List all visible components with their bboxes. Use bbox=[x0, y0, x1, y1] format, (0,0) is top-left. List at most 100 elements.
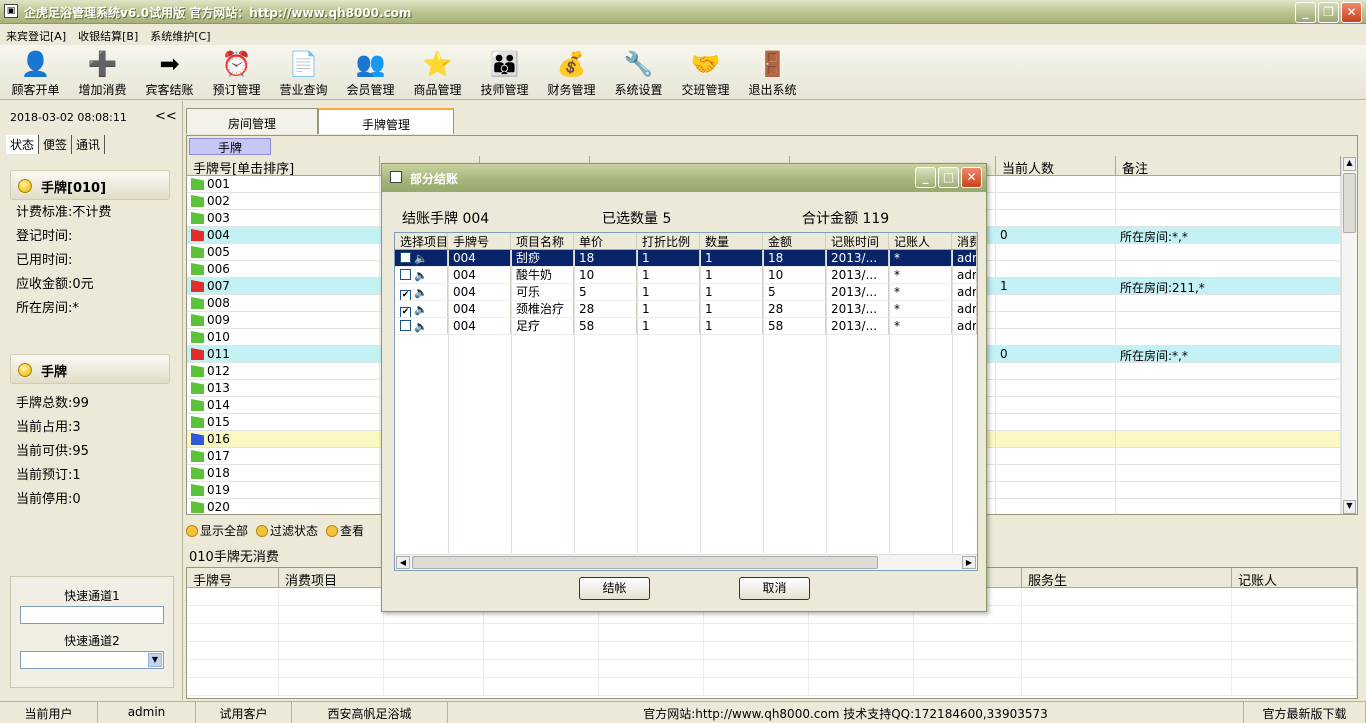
select-checkbox[interactable] bbox=[400, 252, 411, 263]
bcol-card-no[interactable]: 手牌号 bbox=[187, 568, 279, 589]
select-checkbox[interactable]: ✔ bbox=[400, 290, 411, 300]
toolbar-button[interactable]: ➡ 宾客结账 bbox=[136, 45, 203, 100]
menu-system[interactable]: 系统维护[C] bbox=[144, 25, 216, 45]
card-info-line: 所在房间:* bbox=[16, 301, 79, 316]
dialog-icon bbox=[390, 171, 402, 183]
summary-section-header: 手牌 bbox=[10, 354, 170, 384]
card-no: 002 bbox=[207, 194, 230, 208]
card-flag-icon bbox=[191, 263, 204, 275]
view-button[interactable]: 查看 bbox=[326, 520, 364, 542]
cell-no: 004 bbox=[448, 250, 511, 266]
cell-amount: 58 bbox=[763, 318, 826, 334]
toolbar-button[interactable]: 👪 技师管理 bbox=[471, 45, 538, 100]
toolbar-button[interactable]: ➕ 增加消费 bbox=[69, 45, 136, 100]
chevron-down-icon[interactable]: ▼ bbox=[148, 653, 162, 667]
card-note: 所在房间:*,* bbox=[1116, 346, 1341, 362]
hscroll-thumb[interactable] bbox=[412, 556, 878, 569]
column-divider bbox=[574, 250, 575, 553]
star-icon: ⭐ bbox=[422, 50, 453, 78]
show-all-button[interactable]: 显示全部 bbox=[186, 520, 248, 542]
tab-room-management[interactable]: 房间管理 bbox=[186, 108, 318, 134]
dialog-col-header[interactable]: 手牌号 bbox=[448, 233, 511, 249]
checkout-ok-button[interactable]: 结帐 bbox=[579, 577, 650, 600]
cell-item: 可乐 bbox=[511, 284, 574, 300]
toolbar-button[interactable]: 👥 会员管理 bbox=[337, 45, 404, 100]
card-note bbox=[1116, 482, 1341, 498]
horizontal-scrollbar[interactable]: ◀ ▶ bbox=[395, 554, 977, 570]
select-checkbox[interactable] bbox=[400, 320, 411, 331]
checkout-cancel-button[interactable]: 取消 bbox=[739, 577, 810, 600]
bcol-recorder[interactable]: 记账人 bbox=[1232, 568, 1357, 589]
toolbar-button[interactable]: 🤝 交班管理 bbox=[672, 45, 739, 100]
bcol-waiter[interactable]: 服务生 bbox=[1022, 568, 1232, 589]
card-tag[interactable]: 手牌 bbox=[189, 138, 271, 155]
view-label: 查看 bbox=[340, 524, 365, 538]
scroll-down-icon[interactable]: ▼ bbox=[1343, 500, 1356, 514]
filter-status-button[interactable]: 过滤状态 bbox=[256, 520, 318, 542]
scroll-up-icon[interactable]: ▲ bbox=[1343, 157, 1356, 171]
toolbar-button[interactable]: 👤 顾客开单 bbox=[2, 45, 69, 100]
select-checkbox[interactable] bbox=[400, 269, 411, 280]
dialog-col-header[interactable]: 数量 bbox=[700, 233, 763, 249]
toolbar-button[interactable]: ⏰ 预订管理 bbox=[203, 45, 270, 100]
card-note bbox=[1116, 210, 1341, 226]
dialog-col-header[interactable]: 金额 bbox=[763, 233, 826, 249]
cell-no: 004 bbox=[448, 318, 511, 334]
col-card-no[interactable]: 手牌号[单击排序] bbox=[187, 156, 380, 175]
card-note: 所在房间:*,* bbox=[1116, 227, 1341, 243]
download-link[interactable]: 官方最新版下载 bbox=[1244, 702, 1366, 723]
tab-notes[interactable]: 便签 bbox=[39, 135, 73, 154]
bcol-item[interactable]: 消费项目 bbox=[279, 568, 384, 589]
query-icon: 📄 bbox=[288, 50, 319, 78]
dialog-col-header[interactable]: 单价 bbox=[574, 233, 637, 249]
col-note[interactable]: 备注 bbox=[1116, 156, 1341, 175]
scroll-thumb[interactable] bbox=[1343, 173, 1356, 233]
select-checkbox[interactable]: ✔ bbox=[400, 307, 411, 317]
quick1-input[interactable] bbox=[20, 606, 164, 624]
card-no: 013 bbox=[207, 381, 230, 395]
card-count bbox=[996, 380, 1116, 396]
col-count[interactable]: 当前人数 bbox=[996, 156, 1116, 175]
exit-icon: 🚪 bbox=[757, 50, 788, 78]
toolbar-button[interactable]: 📄 营业查询 bbox=[270, 45, 337, 100]
dialog-minimize-button[interactable]: _ bbox=[915, 167, 936, 188]
menu-guest-register[interactable]: 来宾登记[A] bbox=[0, 25, 72, 45]
close-button[interactable]: ✕ bbox=[1341, 2, 1362, 23]
toolbar-label: 增加消费 bbox=[78, 83, 127, 97]
cell-disc: 1 bbox=[637, 318, 700, 334]
menu-cashier[interactable]: 收银结算[B] bbox=[72, 25, 144, 45]
summary-line: 手牌总数:99 bbox=[16, 396, 89, 411]
toolbar-button[interactable]: ⭐ 商品管理 bbox=[404, 45, 471, 100]
dialog-col-header[interactable]: 记账人 bbox=[889, 233, 952, 249]
dialog-col-header[interactable]: 打折比例 bbox=[637, 233, 700, 249]
scroll-right-icon[interactable]: ▶ bbox=[962, 556, 976, 569]
dialog-col-header[interactable]: 记账时间 bbox=[826, 233, 889, 249]
restore-button[interactable]: ❐ bbox=[1318, 2, 1339, 23]
card-note bbox=[1116, 431, 1341, 447]
card-flag-icon bbox=[191, 433, 204, 445]
dialog-close-button[interactable]: ✕ bbox=[961, 167, 982, 188]
tab-card-management[interactable]: 手牌管理 bbox=[318, 108, 454, 134]
tab-comm[interactable]: 通讯 bbox=[72, 135, 106, 154]
toolbar-button[interactable]: 💰 财务管理 bbox=[538, 45, 605, 100]
dialog-col-header[interactable]: 选择项目 bbox=[395, 233, 448, 249]
cell-disc: 1 bbox=[637, 250, 700, 266]
tab-status[interactable]: 状态 bbox=[6, 135, 40, 154]
list-item[interactable] bbox=[187, 660, 1357, 678]
cell-amount: 10 bbox=[763, 267, 826, 283]
list-item[interactable] bbox=[187, 624, 1357, 642]
minimize-button[interactable]: _ bbox=[1295, 2, 1316, 23]
list-item[interactable] bbox=[187, 642, 1357, 660]
toolbar-button[interactable]: 🔧 系统设置 bbox=[605, 45, 672, 100]
collapse-panel-button[interactable]: << bbox=[155, 109, 177, 124]
scroll-left-icon[interactable]: ◀ bbox=[396, 556, 410, 569]
list-item[interactable] bbox=[187, 678, 1357, 696]
toolbar-button[interactable]: 🚪 退出系统 bbox=[739, 45, 806, 100]
dialog-maximize-button[interactable]: □ bbox=[938, 167, 959, 188]
cell-price: 28 bbox=[574, 301, 637, 317]
dialog-col-header[interactable]: 项目名称 bbox=[511, 233, 574, 249]
dialog-col-header[interactable]: 消费 bbox=[952, 233, 977, 249]
card-count bbox=[996, 176, 1116, 192]
quick2-select[interactable]: ▼ bbox=[20, 651, 164, 669]
vertical-scrollbar[interactable]: ▲ ▼ bbox=[1341, 157, 1357, 514]
